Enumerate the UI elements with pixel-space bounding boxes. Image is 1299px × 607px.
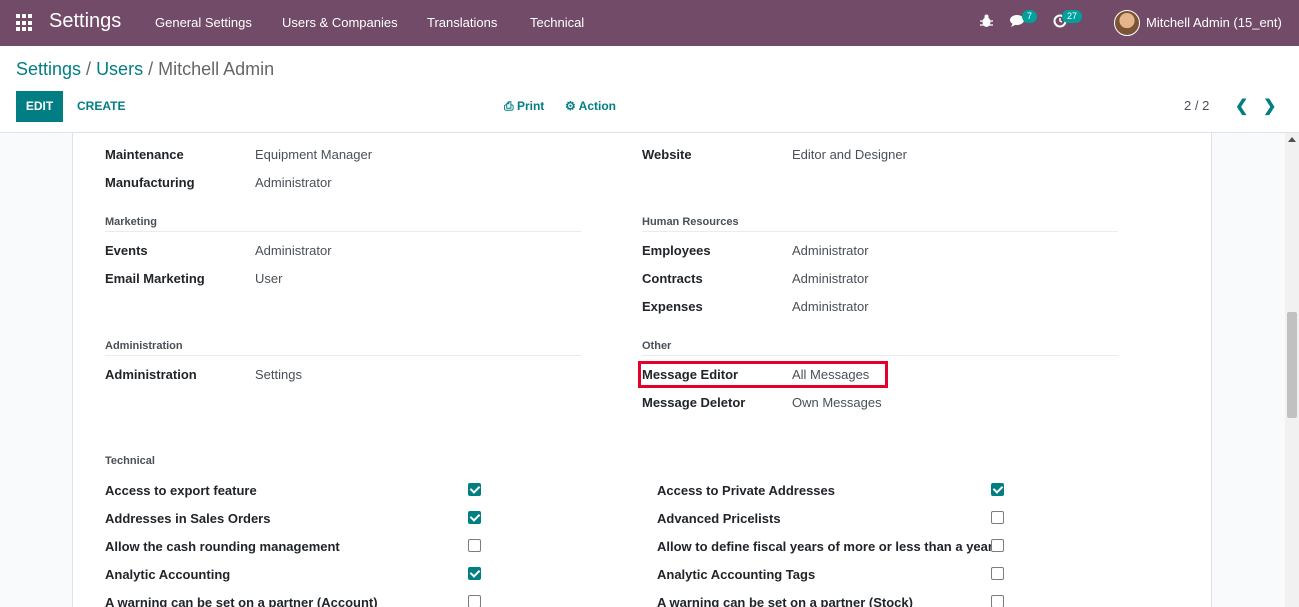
field-label-expenses: Expenses <box>642 299 703 314</box>
breadcrumb-current: Mitchell Admin <box>158 59 275 79</box>
group-divider <box>105 231 581 232</box>
field-value-manufacturing: Administrator <box>255 175 332 190</box>
group-title-marketing: Marketing <box>105 216 157 228</box>
control-panel: Settings / Users / Mitchell Admin EDIT CREAT… <box>0 46 1299 133</box>
field-value-employees: Administrator <box>792 243 869 258</box>
field-label-manufacturing: Manufacturing <box>105 175 195 190</box>
field-label-website: Website <box>642 147 692 162</box>
checkbox-analytic-tags[interactable] <box>991 567 1004 580</box>
technical-label: Analytic Accounting <box>105 567 231 582</box>
field-value-expenses: Administrator <box>792 299 869 314</box>
app-title[interactable]: Settings <box>49 10 121 33</box>
pager-value[interactable]: 2 / 2 <box>1184 98 1209 113</box>
group-title-administration: Administration <box>105 340 183 352</box>
menu-translations[interactable]: Translations <box>427 15 497 30</box>
technical-label: Addresses in Sales Orders <box>105 511 271 526</box>
user-menu-name[interactable]: Mitchell Admin (15_ent) <box>1146 15 1282 30</box>
checkbox-export-feature[interactable] <box>468 483 481 496</box>
field-value-events: Administrator <box>255 243 332 258</box>
action-label: Action <box>578 99 616 113</box>
checkbox-analytic-accounting[interactable] <box>468 567 481 580</box>
print-label: Print <box>516 99 545 113</box>
field-label-contracts: Contracts <box>642 271 703 286</box>
top-navbar: Settings General Settings Users & Compan… <box>0 0 1299 46</box>
pager-previous-icon[interactable]: ❮ <box>1235 96 1248 116</box>
gear-icon: ⚙ <box>565 99 576 113</box>
field-label-employees: Employees <box>642 243 711 258</box>
technical-label: Analytic Accounting Tags <box>657 567 816 582</box>
create-button[interactable]: CREATE <box>77 91 125 122</box>
technical-label: Access to Private Addresses <box>657 483 836 498</box>
field-label-administration: Administration <box>105 367 197 382</box>
menu-general-settings[interactable]: General Settings <box>155 15 252 30</box>
field-value-message-deletor: Own Messages <box>792 395 882 410</box>
print-icon: ⎙ <box>504 99 514 113</box>
breadcrumb-settings[interactable]: Settings <box>16 59 81 79</box>
field-value-contracts: Administrator <box>792 271 869 286</box>
group-divider <box>642 231 1118 232</box>
pager-next-icon[interactable]: ❯ <box>1263 96 1276 116</box>
apps-menu-icon[interactable] <box>16 14 34 32</box>
menu-technical[interactable]: Technical <box>530 15 584 30</box>
checkbox-cash-rounding[interactable] <box>468 539 481 552</box>
group-divider <box>642 355 1118 356</box>
form-sheet: Maintenance Equipment Manager Manufactur… <box>72 133 1212 607</box>
technical-label: A warning can be set on a partner (Stock… <box>657 595 913 607</box>
checkbox-warning-partner-stock[interactable] <box>991 595 1004 607</box>
technical-label: Advanced Pricelists <box>657 511 781 526</box>
messages-count-badge: 7 <box>1022 10 1038 23</box>
scrollbar-thumb[interactable] <box>1287 312 1297 418</box>
field-value-website: Editor and Designer <box>792 147 907 162</box>
technical-label: Access to export feature <box>105 483 257 498</box>
user-avatar[interactable] <box>1114 10 1140 36</box>
activities-count-badge: 27 <box>1062 10 1083 23</box>
edit-button[interactable]: EDIT <box>16 91 63 122</box>
field-value-email-marketing: User <box>255 271 283 286</box>
technical-label: A warning can be set on a partner (Accou… <box>105 595 378 607</box>
group-title-human-resources: Human Resources <box>642 216 739 228</box>
checkbox-advanced-pricelists[interactable] <box>991 511 1004 524</box>
checkbox-addresses-sales-orders[interactable] <box>468 511 481 524</box>
checkbox-warning-partner-account[interactable] <box>468 595 481 607</box>
group-title-other: Other <box>642 340 672 352</box>
field-label-maintenance: Maintenance <box>105 147 184 162</box>
field-label-message-deletor: Message Deletor <box>642 395 746 410</box>
breadcrumb: Settings / Users / Mitchell Admin <box>16 59 275 79</box>
action-button[interactable]: ⚙ Action <box>565 99 616 113</box>
scroll-up-arrow-icon[interactable] <box>1288 137 1296 142</box>
technical-label: Allow to define fiscal years of more or … <box>657 539 993 554</box>
group-divider <box>105 355 581 356</box>
checkbox-fiscal-years[interactable] <box>991 539 1004 552</box>
field-label-message-editor: Message Editor <box>642 367 739 382</box>
field-label-events: Events <box>105 243 148 258</box>
breadcrumb-users[interactable]: Users <box>96 59 143 79</box>
field-label-email-marketing: Email Marketing <box>105 271 205 286</box>
field-value-maintenance: Equipment Manager <box>255 147 373 162</box>
technical-label: Allow the cash rounding management <box>105 539 340 554</box>
group-title-technical: Technical <box>105 455 155 467</box>
debug-bug-icon[interactable] <box>980 14 993 31</box>
menu-users-companies[interactable]: Users & Companies <box>282 15 398 30</box>
checkbox-private-addresses[interactable] <box>991 483 1004 496</box>
field-value-administration: Settings <box>255 367 302 382</box>
print-button[interactable]: ⎙ Print <box>504 99 544 114</box>
form-view: Maintenance Equipment Manager Manufactur… <box>0 133 1299 607</box>
field-value-message-editor: All Messages <box>792 367 870 382</box>
